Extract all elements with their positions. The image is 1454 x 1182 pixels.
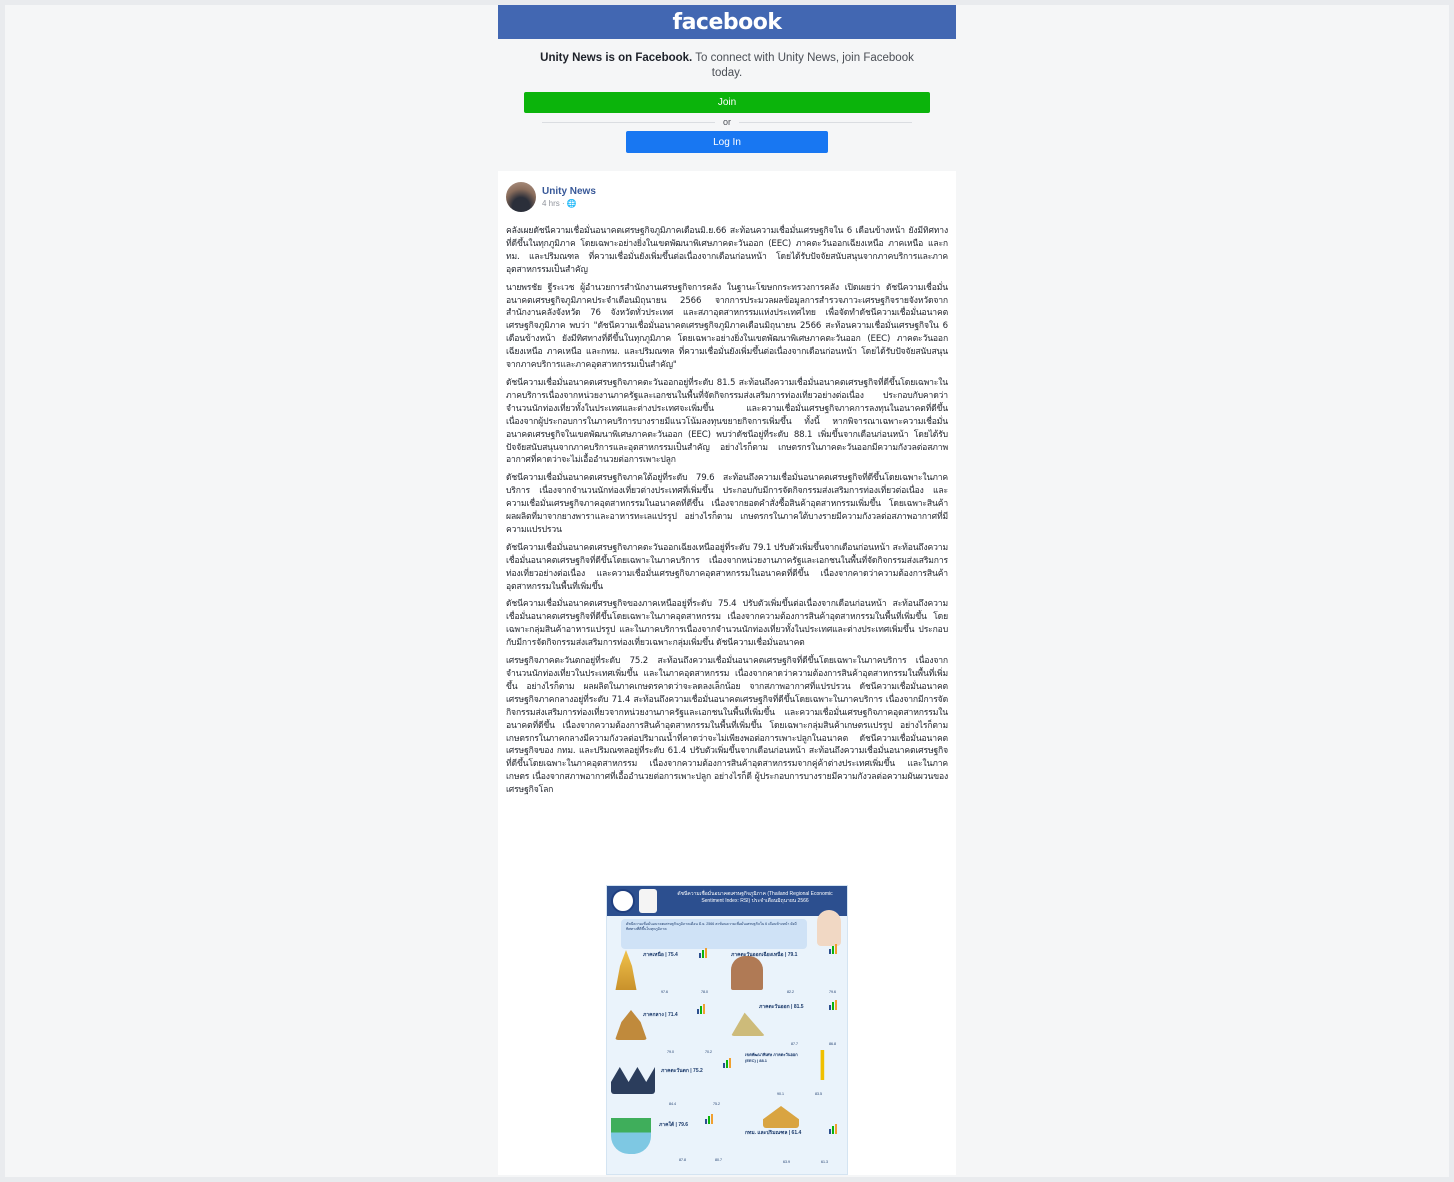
post-paragraph: ดัชนีความเชื่อมั่นอนาคตเศรษฐกิจของภาคเหน… bbox=[506, 599, 948, 649]
region-value: 80.7 bbox=[715, 1158, 722, 1162]
or-label: or bbox=[723, 117, 732, 127]
region-chart-icon bbox=[699, 948, 707, 958]
region-value: 78.0 bbox=[701, 990, 708, 994]
bridge-illustration bbox=[611, 1067, 655, 1094]
infographic-header: ดัชนีความเชื่อมั่นอนาคตเศรษฐกิจภูมิภาค (… bbox=[607, 886, 847, 916]
region-value: 61.3 bbox=[821, 1160, 828, 1164]
infographic-title: ดัชนีความเชื่อมั่นอนาคตเศรษฐกิจภูมิภาค (… bbox=[677, 891, 833, 904]
facebook-header-bar: facebook bbox=[498, 5, 956, 39]
facebook-logo[interactable]: facebook bbox=[673, 10, 783, 35]
divider-line bbox=[739, 121, 913, 123]
post-card: Unity News 4 hrs · 🌐 คลังเผยดัชนีความเชื… bbox=[498, 171, 956, 1175]
region-chart-icon bbox=[829, 944, 837, 954]
region-value: 70.2 bbox=[705, 1050, 712, 1054]
region-chart-icon bbox=[723, 1058, 731, 1068]
avatar[interactable] bbox=[506, 182, 536, 212]
main-column: facebook Unity News is on Facebook. To c… bbox=[498, 5, 956, 1175]
join-message: Unity News is on Facebook. To connect wi… bbox=[524, 51, 930, 81]
post-header: Unity News 4 hrs · 🌐 bbox=[506, 181, 948, 213]
post-author[interactable]: Unity News bbox=[542, 186, 596, 197]
region-value: 90.1 bbox=[777, 1092, 784, 1096]
post-timestamp[interactable]: 4 hrs · bbox=[542, 199, 567, 208]
post-paragraph: ดัชนีความเชื่อมั่นอนาคตเศรษฐกิจภาคตะวันอ… bbox=[506, 377, 948, 466]
region-chart-icon bbox=[829, 1000, 837, 1010]
region-value: 82.2 bbox=[787, 990, 794, 994]
divider-line bbox=[542, 121, 715, 123]
region-label: ภาคตะวันออกเฉียงเหนือ | 79.1 bbox=[731, 952, 798, 958]
region-label: เขตพัฒนาพิเศษ ภาคตะวันออก (EEC) | 88.1 bbox=[745, 1052, 798, 1063]
region-value: 97.6 bbox=[661, 990, 668, 994]
region-chart-icon bbox=[829, 1124, 837, 1134]
mountain-illustration bbox=[731, 1012, 765, 1036]
region-value: 87.8 bbox=[679, 1158, 686, 1162]
post-infographic-image[interactable]: ดัชนีความเชื่อมั่นอนาคตเศรษฐกิจภูมิภาค (… bbox=[606, 885, 848, 1175]
post-paragraph: ดัชนีความเชื่อมั่นอนาคตเศรษฐกิจภาคใต้อยู… bbox=[506, 473, 948, 535]
post-body: คลังเผยดัชนีความเชื่อมั่นอนาคตเศรษฐกิจภู… bbox=[506, 225, 948, 797]
join-button[interactable]: Join bbox=[524, 92, 930, 113]
region-value: 63.9 bbox=[783, 1160, 790, 1164]
post-author-block: Unity News 4 hrs · 🌐 bbox=[542, 186, 596, 208]
join-message-text: To connect with Unity News, join Faceboo… bbox=[695, 52, 914, 79]
region-chart-icon bbox=[697, 1004, 705, 1014]
globe-icon: 🌐 bbox=[566, 199, 577, 208]
join-page-name: Unity News is on Facebook. bbox=[540, 52, 693, 64]
post-meta: 4 hrs · 🌐 bbox=[542, 199, 596, 208]
region-value: 83.5 bbox=[815, 1092, 822, 1096]
region-value: 75.2 bbox=[713, 1102, 720, 1106]
temple-illustration bbox=[615, 950, 637, 990]
region-value: 79.0 bbox=[667, 1050, 674, 1054]
join-panel: Unity News is on Facebook. To connect wi… bbox=[498, 39, 956, 163]
region-label: ภาคใต้ | 79.6 bbox=[659, 1122, 689, 1128]
region-value: 84.4 bbox=[669, 1102, 676, 1106]
agency-logo-icon bbox=[639, 889, 657, 913]
region-value: 79.6 bbox=[829, 990, 836, 994]
crane-illustration bbox=[820, 1050, 825, 1080]
post-paragraph: คลังเผยดัชนีความเชื่อมั่นอนาคตเศรษฐกิจภู… bbox=[506, 226, 948, 275]
castle-ruin-illustration bbox=[731, 956, 763, 990]
region-value: 87.7 bbox=[791, 1042, 798, 1046]
infographic-intro: ดัชนีความเชื่อมั่นอนาคตเศรษฐกิจภูมิภาคเด… bbox=[621, 919, 807, 949]
post-paragraph: เศรษฐกิจภาคตะวันตกอยู่ที่ระดับ 75.2 สะท้… bbox=[506, 656, 948, 796]
region-label: กทม. และปริมณฑล | 61.4 bbox=[745, 1130, 802, 1136]
or-divider: or bbox=[542, 116, 913, 128]
region-label: ภาคตะวันออก | 81.5 bbox=[759, 1004, 804, 1010]
region-chart-icon bbox=[705, 1114, 713, 1124]
post-paragraph: ดัชนีความเชื่อมั่นอนาคตเศรษฐกิจภาคตะวันอ… bbox=[506, 542, 948, 592]
grand-palace-illustration bbox=[763, 1106, 799, 1128]
post-paragraph: นายพรชัย ฐีระเวช ผู้อำนวยการสำนักงานเศรษ… bbox=[506, 282, 948, 371]
region-label: ภาคตะวันตก | 75.2 bbox=[661, 1068, 703, 1074]
beach-boat-illustration bbox=[611, 1118, 651, 1154]
ministry-seal-icon bbox=[611, 889, 635, 913]
login-button[interactable]: Log In bbox=[626, 131, 828, 153]
region-label: ภาคเหนือ | 75.4 bbox=[643, 952, 678, 958]
region-label: ภาคกลาง | 71.4 bbox=[643, 1012, 678, 1018]
spokesperson-illustration bbox=[817, 910, 841, 946]
region-value: 86.8 bbox=[829, 1042, 836, 1046]
